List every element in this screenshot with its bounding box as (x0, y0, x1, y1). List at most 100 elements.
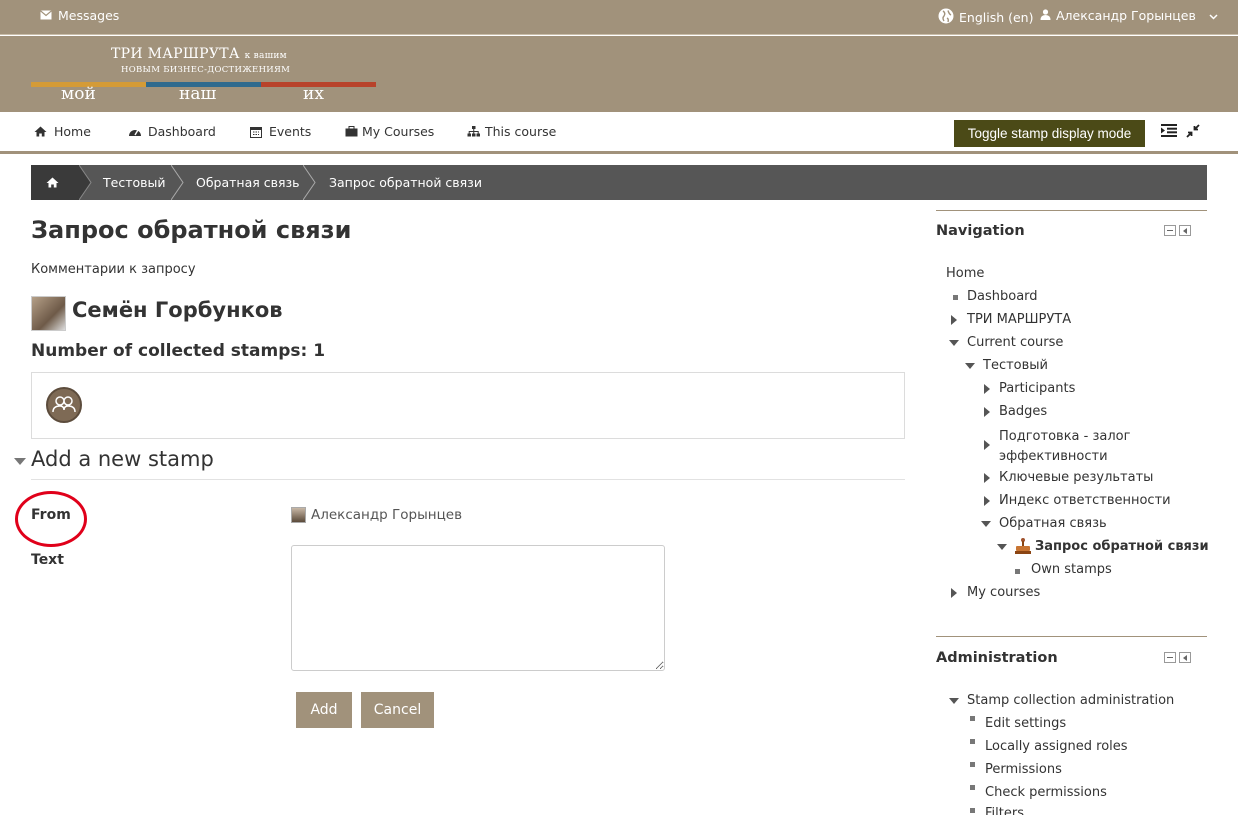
breadcrumb-separator (303, 165, 316, 200)
nav-events-label: Events (269, 124, 312, 139)
block-divider (936, 210, 1207, 211)
globe-icon (938, 8, 954, 27)
highlight-circle (15, 491, 87, 547)
breadcrumb: Тестовый Обратная связь Запрос обратной … (31, 165, 1207, 200)
language-menu[interactable]: English (en) (938, 8, 1033, 27)
bullet-icon (970, 785, 975, 790)
cancel-button[interactable]: Cancel (361, 692, 434, 728)
indent-icon[interactable] (1161, 124, 1177, 141)
navigation-block-title: Navigation (936, 223, 1025, 239)
nav-tree-current-course[interactable]: Current course (967, 335, 1063, 350)
breadcrumb-separator (171, 165, 184, 200)
avatar[interactable] (31, 296, 66, 331)
nav-dashboard[interactable]: Dashboard (128, 124, 216, 139)
expand-arrow-icon[interactable] (951, 315, 957, 325)
nav-tree-responsibility[interactable]: Индекс ответственности (999, 493, 1171, 508)
recipient-name[interactable]: Семён Горбунков (72, 298, 283, 322)
breadcrumb-home[interactable] (31, 165, 79, 200)
collapse-triangle-icon (14, 447, 26, 471)
envelope-icon (40, 8, 52, 23)
calendar-icon (249, 126, 262, 138)
nav-tree-section-preparation-line1: Подготовка - залог (999, 429, 1131, 444)
nav-this-course[interactable]: This course (467, 124, 556, 139)
dock-icon[interactable] (1179, 652, 1191, 663)
stamp-text-input[interactable] (291, 545, 665, 671)
collapse-arrow-icon[interactable] (949, 340, 959, 346)
breadcrumb-item[interactable]: Обратная связь (196, 175, 300, 190)
nav-tree-site-course[interactable]: ТРИ МАРШРУТА (967, 312, 1071, 327)
nav-tree-badges[interactable]: Badges (999, 404, 1047, 419)
admin-tree-check-permissions[interactable]: Check permissions (985, 785, 1107, 800)
bullet-icon (970, 716, 975, 721)
expand-arrow-icon[interactable] (984, 407, 990, 417)
nav-tree-home[interactable]: Home (946, 266, 984, 281)
add-button[interactable]: Add (296, 692, 352, 728)
nav-home-label: Home (54, 124, 91, 139)
nav-my-courses[interactable]: My Courses (345, 124, 434, 139)
nav-tree-section-preparation-line2: эффективности (999, 449, 1108, 464)
divider (31, 479, 905, 480)
expand-arrow-icon[interactable] (951, 588, 957, 598)
expand-arrow-icon[interactable] (984, 496, 990, 506)
add-stamp-legend[interactable]: Add a new stamp (14, 447, 214, 471)
top-bar: Messages English (en) Александр Горынцев (0, 0, 1238, 35)
collected-stamps-count: Number of collected stamps: 1 (31, 341, 326, 361)
bullet-icon (953, 295, 958, 300)
nav-dashboard-label: Dashboard (148, 124, 216, 139)
from-value: Александр Горынцев (291, 507, 462, 523)
main-navbar: Home Dashboard Events My Courses This co… (0, 112, 1238, 154)
text-label: Text (31, 552, 64, 568)
nav-tree-participants[interactable]: Participants (999, 381, 1075, 396)
nav-tree-key-results[interactable]: Ключевые результаты (999, 470, 1153, 485)
breadcrumb-item[interactable]: Тестовый (103, 175, 166, 190)
site-logo[interactable]: ТРИ МАРШРУТА к вашим НОВЫМ БИЗНЕС-ДОСТИЖ… (31, 44, 376, 104)
dashboard-icon (128, 126, 141, 138)
nav-tree-section-preparation[interactable]: Подготовка - залог эффективности (999, 427, 1130, 467)
expand-arrow-icon[interactable] (984, 440, 990, 450)
nav-tree-dashboard[interactable]: Dashboard (967, 289, 1038, 304)
logo-title-small: к вашим (244, 51, 287, 61)
nav-tree-course[interactable]: Тестовый (983, 358, 1048, 373)
admin-tree-edit-settings[interactable]: Edit settings (985, 716, 1066, 731)
collapse-arrow-icon[interactable] (981, 521, 991, 527)
briefcase-icon (345, 125, 358, 138)
header-banner: ТРИ МАРШРУТА к вашим НОВЫМ БИЗНЕС-ДОСТИЖ… (0, 36, 1238, 112)
nav-events[interactable]: Events (249, 124, 311, 139)
collapse-arrow-icon[interactable] (997, 544, 1007, 550)
bullet-icon (970, 808, 975, 813)
collapse-icon[interactable] (1164, 225, 1176, 236)
admin-tree-permissions[interactable]: Permissions (985, 762, 1062, 777)
logo-title: ТРИ МАРШРУТА (111, 46, 240, 62)
nav-tree-feedback[interactable]: Обратная связь (999, 516, 1107, 531)
nav-tree-my-courses[interactable]: My courses (967, 585, 1040, 600)
nav-tree-current-page[interactable]: Запрос обратной связи (1035, 539, 1209, 554)
sitemap-icon (467, 125, 480, 138)
collapse-icon[interactable] (1164, 652, 1176, 663)
messages-link[interactable]: Messages (40, 8, 119, 23)
toggle-stamp-display-button[interactable]: Toggle stamp display mode (954, 120, 1145, 147)
administration-block-title: Administration (936, 650, 1058, 666)
nav-tree-own-stamps[interactable]: Own stamps (1031, 562, 1112, 577)
nav-my-courses-label: My Courses (362, 124, 435, 139)
admin-tree-local-roles[interactable]: Locally assigned roles (985, 739, 1128, 754)
collapse-arrow-icon[interactable] (965, 363, 975, 369)
add-stamp-title: Add a new stamp (31, 447, 214, 471)
admin-tree-filters[interactable]: Filters (985, 806, 1024, 815)
navigation-block-controls (1164, 225, 1194, 237)
expand-arrow-icon[interactable] (984, 473, 990, 483)
stamp-icon[interactable] (46, 387, 82, 423)
avatar (291, 507, 306, 523)
from-user-name: Александр Горынцев (311, 507, 463, 523)
nav-this-course-label: This course (485, 124, 557, 139)
dock-icon[interactable] (1179, 225, 1191, 236)
messages-label: Messages (58, 8, 120, 23)
expand-arrow-icon[interactable] (984, 384, 990, 394)
collapse-arrow-icon[interactable] (949, 698, 959, 704)
user-menu[interactable]: Александр Горынцев (1040, 8, 1218, 23)
nav-home[interactable]: Home (34, 124, 91, 139)
stamps-list (31, 372, 905, 439)
admin-tree-stamp-admin[interactable]: Stamp collection administration (967, 693, 1174, 708)
user-icon (1040, 8, 1051, 23)
breadcrumb-separator (79, 165, 92, 200)
compress-icon[interactable] (1186, 124, 1200, 142)
